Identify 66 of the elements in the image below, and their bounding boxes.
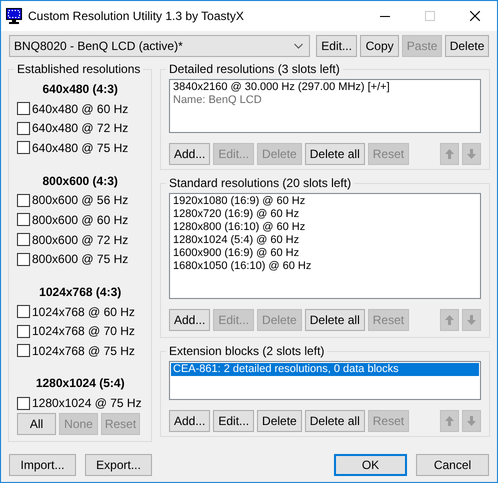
checkbox-label[interactable]: 640x480 @ 75 Hz [32, 140, 128, 155]
checkbox[interactable] [17, 194, 30, 207]
list-item[interactable]: CEA-861: 2 detailed resolutions, 0 data blocks [171, 363, 479, 376]
checkbox-label[interactable]: 1024x768 @ 75 Hz [32, 344, 135, 358]
export-button[interactable]: Export... [85, 454, 152, 476]
import-button[interactable]: Import... [9, 454, 76, 476]
checkbox[interactable] [17, 233, 30, 246]
checkbox-label[interactable]: 640x480 @ 60 Hz [32, 102, 128, 116]
list-note[interactable]: Name: BenQ LCD [171, 94, 479, 107]
down-arrow-icon [467, 416, 476, 426]
up-arrow-icon [445, 315, 454, 325]
list-item[interactable]: 3840x2160 @ 30.000 Hz (297.00 MHz) [+/+] [171, 81, 479, 94]
list-item[interactable]: 1280x1024 (5:4) @ 60 Hz [171, 234, 479, 247]
checkbox[interactable] [17, 122, 30, 135]
delete-button[interactable]: Delete [445, 35, 489, 57]
edit-button[interactable]: Edit... [316, 35, 358, 57]
add-button[interactable]: Add... [169, 143, 210, 165]
checkbox-label[interactable]: 1024x768 @ 60 Hz [32, 304, 135, 319]
close-icon[interactable] [470, 11, 480, 21]
group-title: Detailed resolutions (3 slots left) [168, 62, 341, 76]
checkbox-label[interactable]: 800x600 @ 75 Hz [32, 252, 128, 266]
delete-all-button[interactable]: Delete all [304, 143, 365, 165]
cancel-button[interactable]: Cancel [416, 454, 489, 476]
up-arrow-icon [445, 416, 454, 426]
group-title: Extension blocks (2 slots left) [168, 344, 326, 358]
checkbox-label[interactable]: 800x600 @ 56 Hz [32, 193, 128, 208]
checkbox[interactable] [17, 141, 30, 154]
checkbox-label[interactable]: 1280x1024 @ 75 Hz [32, 396, 142, 410]
checkbox[interactable] [17, 344, 30, 358]
delete-all-button[interactable]: Delete all [304, 410, 365, 432]
chevron-down-icon [294, 43, 304, 49]
checkbox-label[interactable]: 800x600 @ 60 Hz [32, 212, 128, 227]
display-dropdown[interactable]: BNQ8020 - BenQ LCD (active)* [9, 35, 310, 57]
list-item[interactable]: 1600x900 (16:9) @ 60 Hz [171, 247, 479, 260]
checkbox[interactable] [17, 102, 30, 116]
add-button[interactable]: Add... [169, 410, 210, 432]
down-arrow-icon [467, 315, 476, 325]
group-title: Standard resolutions (20 slots left) [168, 176, 352, 190]
delete-all-button[interactable]: Delete all [304, 309, 365, 331]
checkbox[interactable] [17, 213, 30, 226]
select-all-button[interactable]: All [17, 413, 56, 436]
checkbox-label[interactable]: 1024x768 @ 70 Hz [32, 324, 135, 338]
up-arrow-icon [445, 149, 454, 159]
edit-button[interactable]: Edit... [213, 410, 254, 432]
delete-button[interactable]: Delete [257, 410, 302, 432]
list-item[interactable]: 1280x720 (16:9) @ 60 Hz [171, 208, 479, 221]
resolution-heading: 1024x768 (4:3) [38, 284, 122, 301]
copy-button[interactable]: Copy [360, 35, 400, 57]
checkbox[interactable] [17, 396, 30, 410]
list-item[interactable]: 1280x800 (16:10) @ 60 Hz [171, 221, 479, 234]
checkbox-label[interactable]: 640x480 @ 72 Hz [32, 121, 128, 136]
list-item[interactable]: 1920x1080 (16:9) @ 60 Hz [171, 195, 479, 208]
resolution-heading: 640x480 (4:3) [42, 81, 119, 98]
checkbox-label[interactable]: 800x600 @ 72 Hz [32, 232, 128, 246]
group-title: Established resolutions [16, 62, 142, 76]
window-title: Custom Resolution Utility 1.3 by ToastyX [28, 9, 244, 23]
resolution-heading: 1280x1024 (5:4) [34, 375, 126, 392]
app-icon [6, 8, 22, 24]
down-arrow-icon [467, 149, 476, 159]
checkbox[interactable] [17, 305, 30, 318]
checkbox[interactable] [17, 252, 30, 266]
checkbox[interactable] [17, 324, 30, 338]
list-item[interactable]: 1680x1050 (16:10) @ 60 Hz [171, 260, 479, 273]
add-button[interactable]: Add... [169, 309, 210, 331]
resolution-heading: 800x600 (4:3) [42, 172, 119, 190]
ok-button[interactable]: OK [334, 454, 407, 476]
